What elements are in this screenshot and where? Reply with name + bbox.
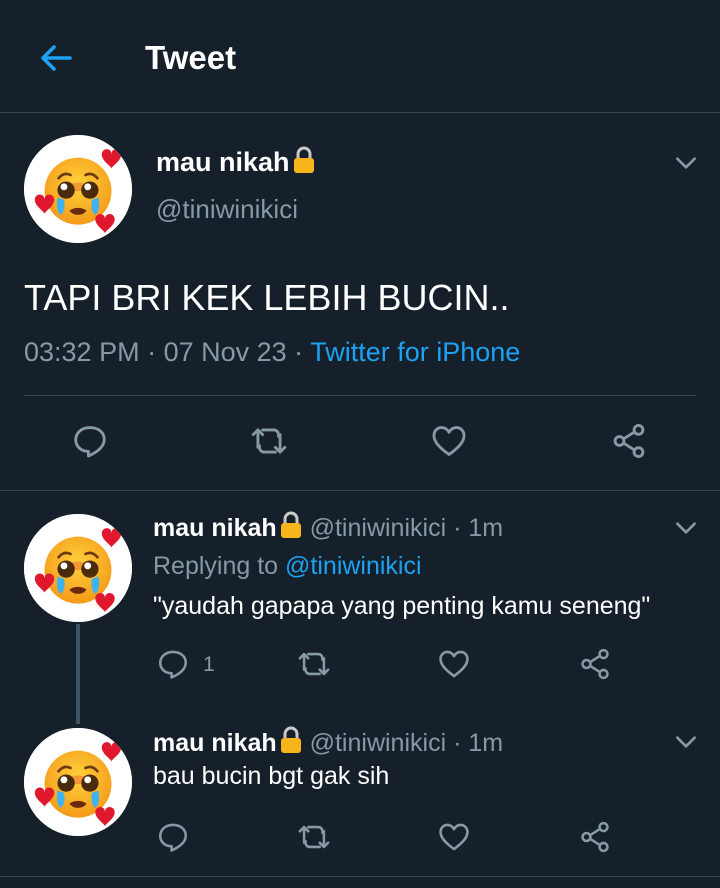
tweet-date: 07 Nov 23 (163, 337, 287, 367)
reply-icon[interactable] (156, 647, 190, 681)
avatar[interactable] (24, 514, 132, 622)
tweet-source-link[interactable]: Twitter for iPhone (310, 337, 520, 367)
pleading-face-icon (24, 135, 132, 243)
main-tweet-handle[interactable]: @tiniwinikici (156, 194, 298, 225)
reply-handle[interactable]: @tiniwinikici (310, 729, 447, 757)
share-button[interactable] (610, 422, 648, 460)
reply-button[interactable] (156, 820, 190, 854)
tweet-divider (24, 395, 696, 396)
meta-separator: · (286, 337, 311, 367)
replying-to: Replying to @tiniwinikici (153, 552, 422, 581)
header-divider (0, 112, 720, 113)
avatar[interactable] (24, 135, 132, 243)
retweet-button[interactable] (297, 820, 331, 854)
share-icon[interactable] (610, 422, 648, 460)
thread-connector (76, 624, 80, 724)
lock-icon (279, 511, 303, 539)
main-tweet-display-name[interactable]: mau nikah (156, 146, 316, 178)
reply-header[interactable]: mau nikah @tiniwinikici · 1m (153, 511, 503, 543)
chevron-down-icon[interactable] (673, 515, 699, 541)
display-name-text[interactable]: mau nikah (153, 729, 277, 757)
like-button[interactable] (437, 647, 471, 681)
actions-divider (0, 490, 720, 491)
share-icon[interactable] (578, 820, 612, 854)
heart-icon[interactable] (430, 422, 468, 460)
reply-text: "yaudah gapapa yang penting kamu seneng" (153, 592, 651, 620)
replying-label: Replying to (153, 552, 286, 580)
share-button[interactable] (578, 647, 612, 681)
replying-to-handle[interactable]: @tiniwinikici (285, 552, 422, 580)
tweet-text: TAPI BRI KEK LEBIH BUCIN.. (24, 277, 510, 318)
reply-header[interactable]: mau nikah @tiniwinikici · 1m (153, 726, 503, 758)
retweet-icon[interactable] (297, 820, 331, 854)
avatar[interactable] (24, 728, 132, 836)
lock-icon (292, 146, 316, 174)
like-button[interactable] (430, 422, 468, 460)
reply-button[interactable] (71, 422, 109, 460)
reply-text: bau bucin bgt gak sih (153, 762, 390, 790)
display-name-text[interactable]: mau nikah (156, 147, 290, 177)
lock-icon (279, 726, 303, 754)
reply-time: 1m (468, 514, 504, 542)
reply-time: 1m (468, 729, 504, 757)
reply-handle[interactable]: @tiniwinikici (310, 514, 447, 542)
meta-separator: · (139, 337, 164, 367)
dot-separator: · (446, 514, 469, 542)
tweet-meta: 03:32 PM · 07 Nov 23 · Twitter for iPhon… (24, 337, 520, 368)
retweet-button[interactable] (250, 422, 288, 460)
chevron-down-icon[interactable] (673, 729, 699, 755)
heart-icon[interactable] (437, 647, 471, 681)
tweet-time: 03:32 PM (24, 337, 140, 367)
pleading-face-icon (24, 514, 132, 622)
bottom-divider (0, 876, 720, 877)
like-button[interactable] (437, 820, 471, 854)
reply-count: 1 (203, 653, 215, 676)
retweet-button[interactable] (297, 647, 331, 681)
share-icon[interactable] (578, 647, 612, 681)
chevron-down-icon[interactable] (673, 150, 699, 176)
back-button[interactable] (36, 38, 76, 78)
retweet-icon[interactable] (250, 422, 288, 460)
reply-icon[interactable] (71, 422, 109, 460)
retweet-icon[interactable] (297, 647, 331, 681)
page-title: Tweet (145, 39, 237, 76)
arrow-left-icon[interactable] (36, 38, 76, 78)
reply-icon[interactable] (156, 820, 190, 854)
dot-separator: · (446, 729, 469, 757)
reply-button[interactable] (156, 647, 190, 681)
heart-icon[interactable] (437, 820, 471, 854)
display-name-text[interactable]: mau nikah (153, 514, 277, 542)
pleading-face-icon (24, 728, 132, 836)
top-bar: Tweet (0, 0, 720, 112)
share-button[interactable] (578, 820, 612, 854)
